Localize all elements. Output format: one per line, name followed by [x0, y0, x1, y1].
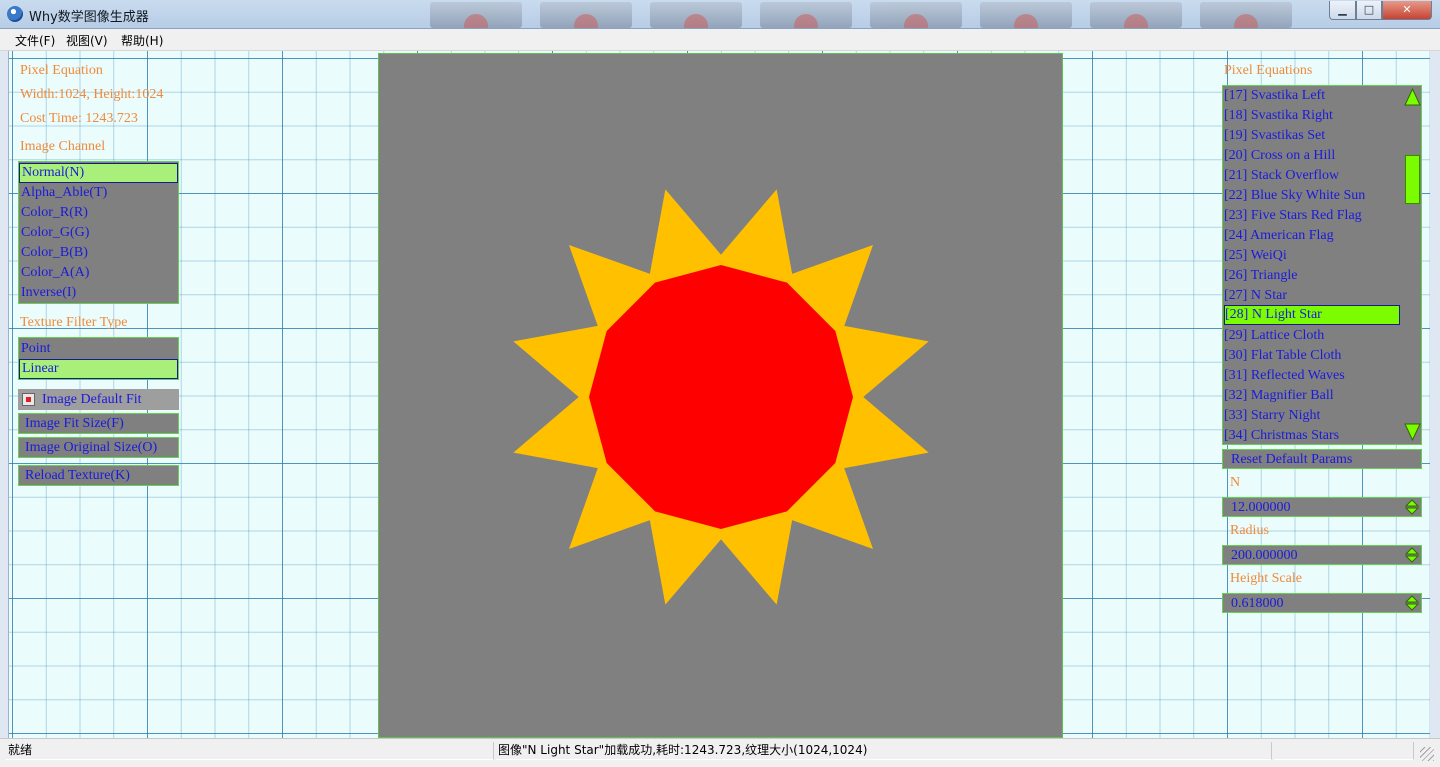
list-item[interactable]: [23] Five Stars Red Flag	[1224, 206, 1400, 226]
thumbnail	[430, 2, 522, 28]
status-bar: 就绪 图像"N Light Star"加载成功,耗时:1243.723,纹理大小…	[0, 738, 1440, 767]
maximize-button[interactable]: □	[1356, 1, 1382, 20]
spin-arrows-icon[interactable]	[1404, 547, 1420, 563]
param-height-scale-input[interactable]: 0.618000	[1222, 593, 1422, 613]
list-item[interactable]: [26] Triangle	[1224, 266, 1400, 286]
menu-help[interactable]: 帮助(H)	[121, 32, 163, 49]
param-radius-value: 200.000000	[1231, 548, 1298, 563]
equation-scrollbar[interactable]	[1403, 86, 1421, 444]
list-item[interactable]: [18] Svastika Right	[1224, 106, 1400, 126]
thumbnail	[1090, 2, 1182, 28]
scroll-down-arrow-icon[interactable]	[1404, 422, 1421, 442]
title-bar: Why数学图像生成器 ▁ □ ✕	[0, 0, 1440, 29]
pixel-equations-label: Pixel Equations	[1224, 63, 1313, 78]
app-globe-icon	[7, 6, 23, 22]
list-item[interactable]: [33] Starry Night	[1224, 406, 1400, 426]
thumbnail	[760, 2, 852, 28]
image-size-text: Width:1024, Height:1024	[20, 87, 164, 102]
list-item[interactable]: [30] Flat Table Cloth	[1224, 346, 1400, 366]
list-item[interactable]: [29] Lattice Cloth	[1224, 326, 1400, 346]
channel-color-g[interactable]: Color_G(G)	[19, 223, 178, 243]
image-original-size-button[interactable]: Image Original Size(O)	[18, 437, 179, 458]
list-item-selected[interactable]: [28] N Light Star	[1224, 305, 1400, 325]
list-item[interactable]: [17] Svastika Left	[1224, 86, 1400, 106]
status-extra	[1274, 742, 1414, 760]
star-graphic	[513, 189, 929, 605]
channel-color-a[interactable]: Color_A(A)	[19, 263, 178, 283]
scrollbar-thumb[interactable]	[1405, 155, 1420, 204]
spin-arrows-icon[interactable]	[1404, 595, 1420, 611]
resize-grip-icon[interactable]	[1420, 747, 1434, 761]
param-n-input[interactable]: 12.000000	[1222, 497, 1422, 517]
radio-checked-icon	[22, 393, 35, 406]
list-item[interactable]: [25] WeiQi	[1224, 246, 1400, 266]
filter-point[interactable]: Point	[19, 339, 178, 359]
filter-list: Point Linear	[18, 337, 179, 380]
menu-bar: 文件(F) 视图(V) 帮助(H)	[0, 29, 1440, 51]
reset-default-params-button[interactable]: Reset Default Params	[1222, 449, 1422, 469]
menu-view[interactable]: 视图(V)	[66, 32, 108, 49]
pixel-equation-label: Pixel Equation	[20, 63, 103, 78]
status-message: 图像"N Light Star"加载成功,耗时:1243.723,纹理大小(10…	[496, 742, 1272, 760]
list-item[interactable]: [31] Reflected Waves	[1224, 366, 1400, 386]
param-height-scale-label: Height Scale	[1230, 571, 1302, 586]
thumbnail	[650, 2, 742, 28]
image-default-fit-radio[interactable]: Image Default Fit	[18, 389, 179, 410]
minimize-button[interactable]: ▁	[1329, 1, 1356, 20]
window-title: Why数学图像生成器	[29, 10, 149, 25]
param-radius-input[interactable]: 200.000000	[1222, 545, 1422, 565]
list-item[interactable]: [24] American Flag	[1224, 226, 1400, 246]
image-fit-size-button[interactable]: Image Fit Size(F)	[18, 413, 179, 434]
channel-alpha-able[interactable]: Alpha_Able(T)	[19, 183, 178, 203]
window-frame-right	[1430, 51, 1440, 738]
channel-color-b[interactable]: Color_B(B)	[19, 243, 178, 263]
thumbnail	[540, 2, 632, 28]
list-item[interactable]: [21] Stack Overflow	[1224, 166, 1400, 186]
param-height-scale-value: 0.618000	[1231, 596, 1284, 611]
list-item[interactable]: [27] N Star	[1224, 286, 1400, 306]
param-n-label: N	[1230, 475, 1241, 490]
image-default-fit-label: Image Default Fit	[42, 392, 142, 407]
close-button[interactable]: ✕	[1382, 1, 1432, 20]
equation-list[interactable]: [17] Svastika Left [18] Svastika Right […	[1222, 85, 1422, 445]
list-item[interactable]: [22] Blue Sky White Sun	[1224, 186, 1400, 206]
param-radius-label: Radius	[1230, 523, 1269, 538]
status-ready: 就绪	[6, 742, 494, 760]
thumbnail	[1200, 2, 1292, 28]
list-item[interactable]: [19] Svastikas Set	[1224, 126, 1400, 146]
scroll-up-arrow-icon[interactable]	[1404, 87, 1421, 107]
texture-filter-label: Texture Filter Type	[20, 315, 128, 330]
thumbnail	[870, 2, 962, 28]
menu-file[interactable]: 文件(F)	[15, 32, 55, 49]
taskbar-thumbnails	[430, 2, 1330, 28]
n-light-star-image	[513, 189, 929, 605]
window-frame-left	[0, 51, 8, 738]
cost-time-text: Cost Time: 1243.723	[20, 111, 138, 126]
image-channel-label: Image Channel	[20, 139, 106, 154]
channel-color-r[interactable]: Color_R(R)	[19, 203, 178, 223]
spin-arrows-icon[interactable]	[1404, 499, 1420, 515]
filter-linear[interactable]: Linear	[19, 359, 178, 379]
channel-list: Normal(N) Alpha_Able(T) Color_R(R) Color…	[18, 161, 179, 304]
reload-texture-button[interactable]: Reload Texture(K)	[18, 465, 179, 486]
channel-normal[interactable]: Normal(N)	[19, 163, 178, 183]
param-n-value: 12.000000	[1231, 500, 1291, 515]
thumbnail	[980, 2, 1072, 28]
list-item[interactable]: [34] Christmas Stars	[1224, 426, 1400, 444]
list-item[interactable]: [20] Cross on a Hill	[1224, 146, 1400, 166]
channel-inverse[interactable]: Inverse(I)	[19, 283, 178, 303]
list-item[interactable]: [32] Magnifier Ball	[1224, 386, 1400, 406]
image-canvas[interactable]	[378, 53, 1063, 738]
